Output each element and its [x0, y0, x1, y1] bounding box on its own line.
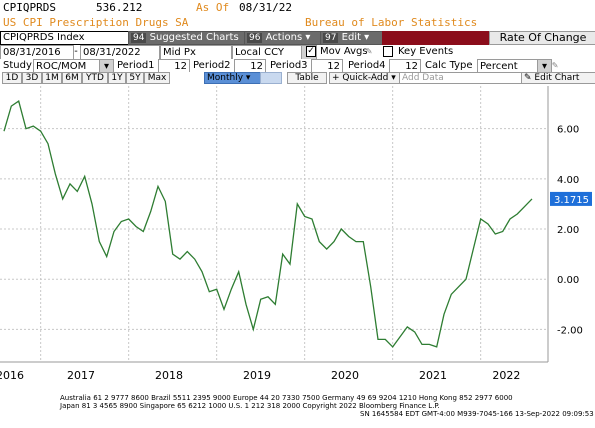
y-tick-label: -2.00: [557, 325, 583, 336]
ticker-header: CPIQPRDS 536.212 As Of 08/31/22: [0, 0, 595, 16]
parameter-row: 08/31/2016 - 08/31/2022 Mid Px Local CCY…: [0, 45, 595, 60]
period4-label: Period4: [348, 60, 386, 71]
y-tick-label: 4.00: [557, 175, 579, 186]
asof-date: 08/31/22: [239, 1, 292, 14]
actions-number: 96: [247, 33, 263, 43]
period1-label: Period1: [117, 60, 155, 71]
date-from-field[interactable]: 08/31/2016: [0, 45, 74, 60]
footer-contacts-2: Japan 81 3 4565 8900 Singapore 65 6212 1…: [60, 402, 440, 410]
chart-background: [0, 84, 595, 386]
range-button-5y[interactable]: 5Y: [126, 72, 144, 84]
pencil-icon[interactable]: ✎: [366, 45, 372, 59]
period3-label: Period3: [270, 60, 308, 71]
last-value-label: 3.1715: [554, 195, 589, 206]
x-tick-label: 2019: [243, 369, 271, 382]
quick-add-button[interactable]: + Quick-Add ▾: [329, 72, 401, 84]
actions-label: Actions ▾: [265, 32, 311, 43]
x-tick-label: 2016: [0, 369, 24, 382]
asof-label: As Of: [196, 1, 230, 14]
key-events-checkbox[interactable]: [383, 46, 393, 57]
accent-bar: [382, 31, 492, 45]
edit-chart-label: Edit Chart: [534, 73, 580, 83]
range-button-6m[interactable]: 6M: [62, 72, 82, 84]
last-value: 536.212: [96, 1, 143, 14]
study-label: Study: [3, 60, 32, 71]
footer-contacts-1: Australia 61 2 9777 8600 Brazil 5511 239…: [60, 394, 513, 402]
y-tick-label: 2.00: [557, 225, 579, 236]
footer-session-info: SN 1645584 EDT GMT-4:00 M939-7045-166 13…: [360, 410, 594, 418]
toolbar: CPIQPRDS Index 94 Suggested Charts 96 Ac…: [0, 31, 595, 45]
x-tick-label: 2022: [492, 369, 520, 382]
range-button-ytd[interactable]: YTD: [82, 72, 108, 84]
quick-add-plus-icon: +: [332, 73, 340, 83]
edit-button[interactable]: 97 Edit ▾: [320, 31, 384, 45]
footer: Australia 61 2 9777 8600 Brazil 5511 239…: [0, 388, 595, 428]
data-source: Bureau of Labor Statistics: [305, 16, 478, 29]
date-to-field[interactable]: 08/31/2022: [80, 45, 160, 60]
mov-avgs-checkbox[interactable]: ✓: [306, 46, 316, 57]
x-tick-label: 2017: [67, 369, 95, 382]
rate-of-change-title: Rate Of Change: [489, 31, 595, 45]
actions-button[interactable]: 96 Actions ▾: [244, 31, 322, 45]
edit-label: Edit ▾: [341, 32, 370, 43]
description-row: US CPI Prescription Drugs SA Bureau of L…: [0, 15, 595, 31]
add-data-field[interactable]: Add Data: [399, 72, 523, 84]
y-tick-label: 6.00: [557, 125, 579, 136]
table-button[interactable]: Table: [287, 72, 327, 84]
x-tick-label: 2018: [155, 369, 183, 382]
range-button-1m[interactable]: 1M: [42, 72, 62, 84]
edit-number: 97: [323, 33, 339, 43]
range-button-max[interactable]: Max: [144, 72, 170, 84]
range-bar: 1D 3D 1M 6M YTD 1Y 5Y Max Monthly ▾ Table + Qui…: [0, 72, 595, 84]
chart-area[interactable]: 6.00 4.00 2.00 0.00 -2.00 2016 2017 2018 2019 202…: [0, 84, 595, 386]
edit-chart-button[interactable]: ✎ Edit Chart: [521, 72, 595, 84]
range-button-3d[interactable]: 3D: [22, 72, 42, 84]
frequency-select[interactable]: Monthly ▾: [204, 72, 262, 84]
x-tick-label: 2020: [331, 369, 359, 382]
study-row: Study ROC/MOM ▾ Period1 12 Period2 12 Pe…: [0, 59, 595, 74]
suggested-charts-label: Suggested Charts: [149, 32, 239, 43]
calc-type-label: Calc Type: [425, 60, 473, 71]
period2-label: Period2: [193, 60, 231, 71]
security-description: US CPI Prescription Drugs SA: [3, 16, 189, 29]
key-events-label: Key Events: [398, 46, 454, 57]
suggested-charts-number: 94: [131, 33, 147, 43]
suggested-charts-button[interactable]: 94 Suggested Charts: [128, 31, 246, 45]
edit-chart-icon: ✎: [524, 73, 532, 83]
index-name-field[interactable]: CPIQPRDS Index: [0, 31, 129, 45]
currency-select[interactable]: Local CCY: [232, 45, 306, 60]
roc-line-chart[interactable]: 6.00 4.00 2.00 0.00 -2.00 2016 2017 2018 2019 202…: [0, 84, 595, 386]
range-button-1d[interactable]: 1D: [2, 72, 22, 84]
x-tick-label: 2021: [419, 369, 447, 382]
study-pencil-icon[interactable]: ✎: [552, 59, 558, 73]
frequency-extra-button[interactable]: [260, 72, 282, 84]
ticker-symbol: CPIQPRDS: [3, 1, 56, 14]
mov-avgs-label: Mov Avgs: [320, 46, 368, 57]
y-tick-label: 0.00: [557, 275, 579, 286]
price-field-select[interactable]: Mid Px: [160, 45, 232, 60]
quick-add-label: Quick-Add ▾: [342, 73, 396, 83]
range-button-1y[interactable]: 1Y: [108, 72, 126, 84]
